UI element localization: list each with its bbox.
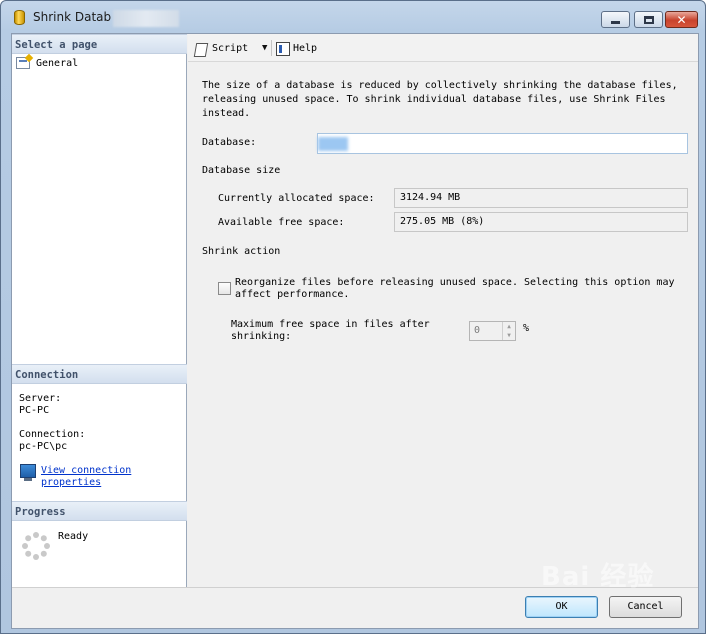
page-settings-icon [16, 57, 30, 69]
script-dropdown-arrow-icon[interactable]: ▼ [262, 43, 267, 53]
max-free-space-label: Maximum free space in files after shrink… [231, 319, 430, 342]
connection-value: pc-PC\pc [19, 441, 68, 452]
help-button[interactable]: Help [276, 42, 317, 56]
ok-button[interactable]: OK [525, 596, 598, 618]
script-icon [194, 42, 208, 56]
connection-properties-icon [20, 464, 36, 481]
title-bar[interactable]: Shrink Datab ✕ [1, 1, 705, 33]
stepper-buttons: ▲ ▼ [502, 322, 515, 340]
toolbar-separator [271, 40, 272, 56]
database-icon [14, 10, 25, 25]
close-icon: ✕ [676, 12, 687, 27]
max-free-space-stepper[interactable]: 0 ▲ ▼ [469, 321, 516, 341]
stepper-up-icon[interactable]: ▲ [503, 322, 515, 331]
percent-unit: % [523, 323, 530, 334]
database-size-header: Database size [202, 165, 281, 176]
toolbar: Script ▼ Help [188, 34, 698, 62]
allocated-space-value: 3124.94 MB [394, 188, 688, 208]
right-pane: Script ▼ Help The size of a database is … [188, 34, 698, 587]
window-title: Shrink Datab [33, 10, 112, 24]
server-value: PC-PC [19, 405, 50, 416]
database-field[interactable] [317, 133, 688, 154]
stepper-down-icon[interactable]: ▼ [503, 331, 515, 340]
minimize-icon [611, 21, 620, 24]
server-label: Server: [19, 393, 62, 404]
script-button[interactable]: Script [194, 42, 248, 56]
help-label: Help [293, 43, 318, 54]
progress-spinner-icon [22, 532, 50, 560]
title-redaction-blur [113, 10, 179, 27]
maximize-icon [643, 15, 654, 24]
select-page-header: Select a page [12, 34, 187, 54]
dialog-footer: OK Cancel [12, 587, 698, 628]
allocated-space-label: Currently allocated space: [218, 193, 375, 204]
page-item-label: General [36, 57, 79, 69]
minimize-button[interactable] [601, 11, 630, 28]
page-item-general[interactable]: General [16, 56, 78, 70]
description-text: The size of a database is reduced by col… [202, 80, 678, 119]
shrink-action-header: Shrink action [202, 246, 281, 257]
connection-header: Connection [12, 364, 187, 384]
view-connection-properties-link[interactable]: View connection properties [41, 465, 151, 489]
maximize-button[interactable] [634, 11, 663, 28]
script-label: Script [212, 43, 249, 54]
left-pane: Select a page General Connection Server:… [12, 34, 187, 587]
connection-label: Connection: [19, 429, 86, 440]
reorganize-files-checkbox[interactable] [218, 282, 231, 295]
progress-status: Ready [58, 531, 89, 542]
help-book-icon [276, 42, 290, 56]
shrink-database-window: Shrink Datab ✕ Select a page General Con… [0, 0, 706, 634]
dialog-client-area: Select a page General Connection Server:… [11, 33, 699, 629]
progress-header: Progress [12, 501, 187, 521]
cancel-button[interactable]: Cancel [609, 596, 682, 618]
close-button[interactable]: ✕ [665, 11, 698, 28]
free-space-label: Available free space: [218, 217, 345, 228]
max-free-space-value: 0 [474, 325, 481, 336]
database-label: Database: [202, 137, 257, 148]
free-space-value: 275.05 MB (8%) [394, 212, 688, 232]
database-redaction-blur [318, 137, 348, 151]
reorganize-files-label[interactable]: Reorganize files before releasing unused… [235, 277, 690, 301]
